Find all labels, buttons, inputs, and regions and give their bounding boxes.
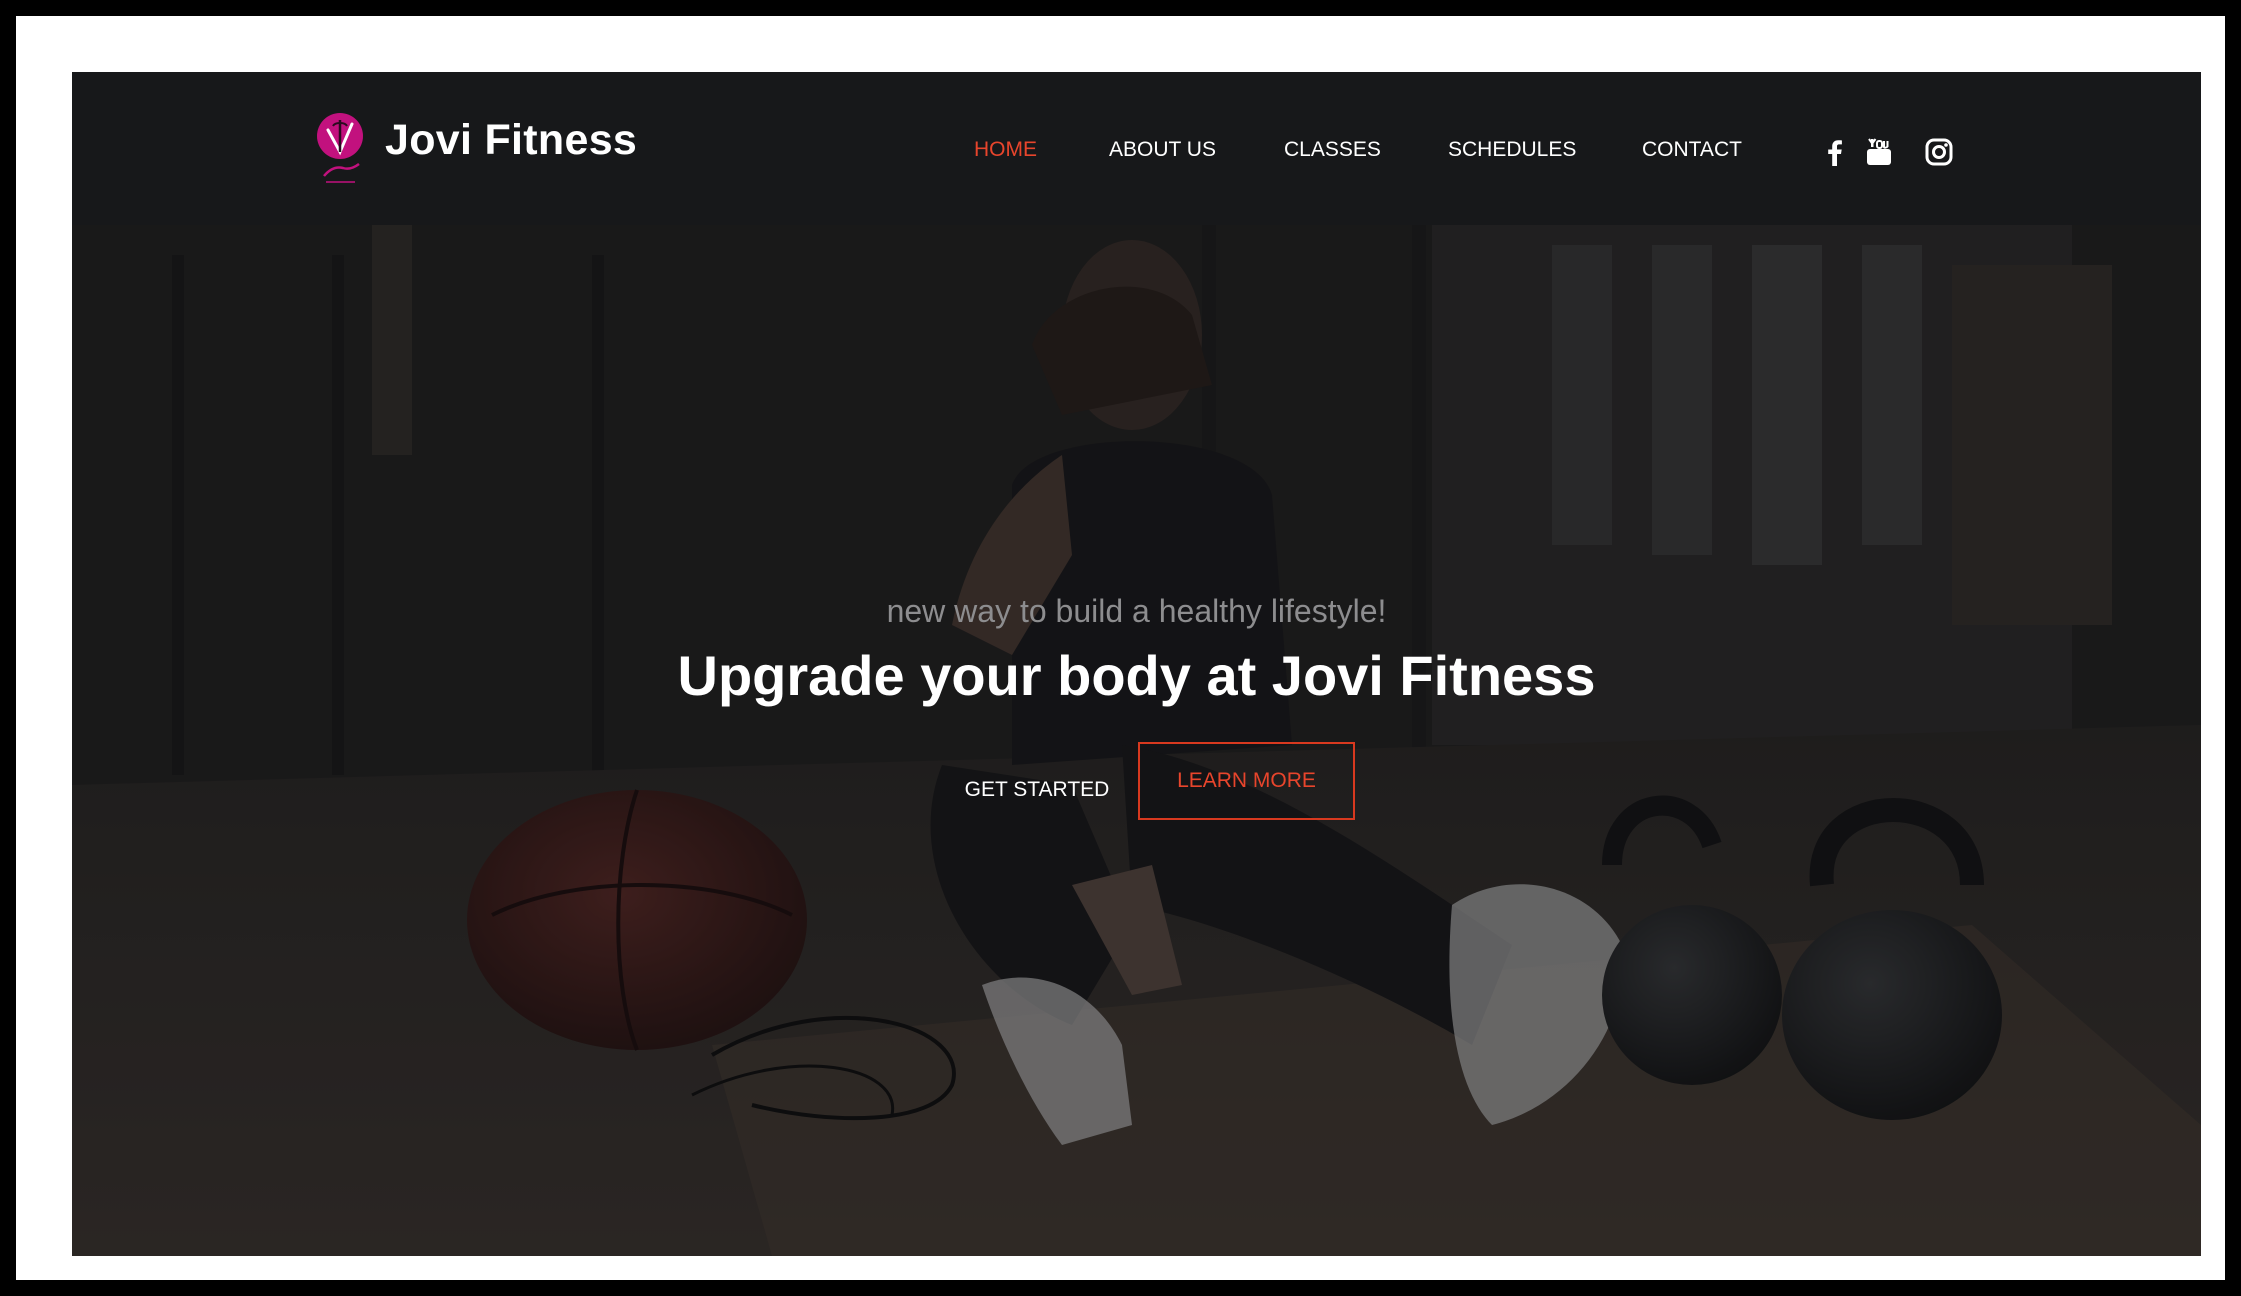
screenshot-frame: Jovi Fitness HOME ABOUT US CLASSES SCHED… bbox=[16, 16, 2225, 1280]
get-started-button[interactable]: GET STARTED bbox=[952, 752, 1122, 828]
hero-subtitle: new way to build a healthy lifestyle! bbox=[886, 593, 1387, 629]
website: Jovi Fitness HOME ABOUT US CLASSES SCHED… bbox=[72, 72, 2201, 1256]
hero-dark-overlay bbox=[72, 225, 2201, 1256]
nav-item-schedules[interactable]: SCHEDULES bbox=[1448, 138, 1576, 162]
nav-item-home[interactable]: HOME bbox=[974, 138, 1037, 162]
learn-more-button[interactable]: LEARN MORE bbox=[1138, 742, 1355, 820]
nav-item-about-us[interactable]: ABOUT US bbox=[1109, 138, 1216, 162]
hero-section: new way to build a healthy lifestyle! Up… bbox=[72, 225, 2201, 1256]
nav-item-contact[interactable]: CONTACT bbox=[1642, 138, 1742, 162]
facebook-icon[interactable] bbox=[1820, 137, 1850, 167]
instagram-icon[interactable] bbox=[1924, 137, 1954, 167]
hero-headline: Upgrade your body at Jovi Fitness bbox=[677, 644, 1596, 707]
nav-item-classes[interactable]: CLASSES bbox=[1284, 138, 1381, 162]
site-header: Jovi Fitness HOME ABOUT US CLASSES SCHED… bbox=[72, 72, 2201, 225]
youtube-icon[interactable] bbox=[1864, 137, 1894, 167]
